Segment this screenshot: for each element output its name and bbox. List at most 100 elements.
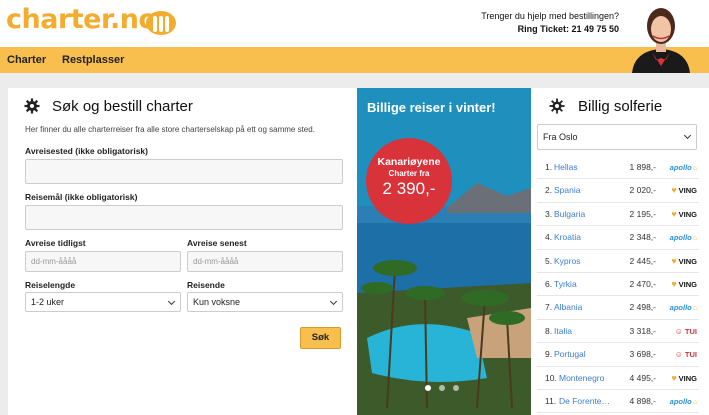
- deal-number: 1.: [545, 162, 553, 172]
- list-item[interactable]: 10.Montenegro 4 495,- VING: [537, 367, 699, 390]
- list-item[interactable]: 9.Portugal 3 698,- TUI: [537, 343, 699, 367]
- operator-logo: apollo: [670, 296, 697, 320]
- length-select[interactable]: 1-2 uker: [25, 292, 181, 312]
- deal-destination-link[interactable]: Montenegro: [559, 367, 604, 390]
- deal-price: 4 495,-: [629, 372, 656, 383]
- gear-icon: [24, 98, 40, 114]
- deal-number: 10.: [545, 372, 557, 383]
- deal-price: 2 348,-: [629, 232, 656, 243]
- carousel-dot[interactable]: [425, 385, 431, 391]
- latest-label: Avreise senest: [187, 238, 247, 248]
- deal-destination-link[interactable]: De Forente…: [559, 390, 610, 413]
- deal-number: 2.: [545, 185, 553, 196]
- deal-price: 2 195,-: [629, 208, 656, 219]
- deal-number: 11.: [545, 395, 557, 406]
- departure-label: Avreisested (ikke obligatorisk): [25, 146, 148, 156]
- list-item[interactable]: 8.Italia 3 318,- TUI: [537, 320, 699, 344]
- promo-destination: Kanariøyene: [377, 156, 441, 168]
- length-value: 1-2 uker: [31, 297, 65, 307]
- travellers-select[interactable]: Kun voksne: [187, 292, 343, 312]
- support-agent-photo: [626, 0, 696, 73]
- operator-logo: apollo: [670, 156, 697, 180]
- deal-destination-link[interactable]: Kypros: [554, 250, 580, 273]
- promo-subline: Charter fra: [388, 169, 430, 178]
- deal-number: 9.: [545, 349, 553, 360]
- deal-price: 3 318,-: [629, 325, 656, 336]
- sun-icon: [549, 98, 565, 114]
- carousel-dot[interactable]: [453, 385, 459, 391]
- carousel-dots: [425, 378, 467, 396]
- operator-logo: VING: [671, 273, 697, 296]
- operator-logo: VING: [671, 203, 697, 226]
- chevron-down-icon: [167, 297, 176, 306]
- site-logo[interactable]: charter.no: [6, 4, 157, 35]
- list-item[interactable]: 4. Kroatia 2 348,- apollo: [537, 226, 699, 250]
- deal-price: 2 445,-: [629, 255, 656, 266]
- nav-item-charter[interactable]: Charter: [7, 54, 46, 66]
- search-panel: Søk og bestill charter Her finner du all…: [8, 88, 357, 415]
- deal-destination-link[interactable]: Albania: [554, 296, 582, 319]
- deal-price: 1 898,-: [629, 162, 656, 172]
- chevron-down-icon: [683, 131, 692, 140]
- carousel-dot[interactable]: [439, 385, 445, 391]
- deal-price: 2 498,-: [629, 302, 656, 313]
- chevron-down-icon: [329, 297, 338, 306]
- departure-input[interactable]: [25, 159, 343, 184]
- deal-destination-link[interactable]: Bulgaria: [554, 203, 585, 226]
- deal-number: 6.: [545, 278, 553, 289]
- deal-number: 5.: [545, 255, 553, 266]
- operator-logo: TUI: [675, 343, 697, 366]
- destination-input[interactable]: [25, 205, 343, 230]
- operator-logo: VING: [671, 367, 697, 390]
- deal-destination-link[interactable]: Italia: [554, 320, 572, 343]
- search-button[interactable]: Søk: [300, 327, 341, 349]
- deal-destination-link[interactable]: Tyrkia: [554, 273, 577, 296]
- deal-price: 2 470,-: [629, 278, 656, 289]
- deal-destination-link[interactable]: Portugal: [554, 343, 586, 366]
- operator-logo: VING: [671, 250, 697, 273]
- promo-beach-image: [357, 88, 531, 415]
- deal-price: 4 898,-: [629, 395, 656, 406]
- deal-destination-link[interactable]: Spania: [554, 179, 580, 202]
- deal-price: 3 698,-: [629, 349, 656, 360]
- site-header: charter.no Trenger du hjelp med bestilli…: [0, 0, 709, 47]
- nav-item-restplasser[interactable]: Restplasser: [62, 54, 124, 66]
- travellers-label: Reisende: [187, 280, 225, 290]
- deal-destination-link[interactable]: Hellas: [554, 156, 578, 179]
- promo-banner[interactable]: Billige reiser i vinter! Kanariøyene Cha…: [357, 88, 531, 415]
- help-box: Trenger du hjelp med bestillingen? Ring …: [481, 10, 619, 36]
- deal-number: 3.: [545, 208, 553, 219]
- destination-label: Reisemål (ikke obligatorisk): [25, 192, 138, 202]
- deal-number: 7.: [545, 302, 553, 313]
- list-item[interactable]: 3.Bulgaria 2 195,- VING: [537, 203, 699, 227]
- search-title: Søk og bestill charter: [52, 98, 193, 115]
- operator-logo: VING: [671, 179, 697, 202]
- help-text: Trenger du hjelp med bestillingen?: [481, 11, 619, 21]
- operator-logo: apollo: [670, 390, 697, 414]
- phone-number: Ring Ticket: 21 49 75 50: [517, 24, 619, 34]
- latest-date-input[interactable]: dd-mm-åååå: [187, 251, 343, 272]
- list-item[interactable]: 1. Hellas 1 898,- apollo: [537, 156, 699, 180]
- deal-destination-link[interactable]: Kroatia: [554, 226, 581, 249]
- origin-value: Fra Oslo: [543, 132, 578, 142]
- list-item[interactable]: 11. De Forente… 4 898,- apollo: [537, 390, 699, 414]
- length-label: Reiselengde: [25, 280, 76, 290]
- list-item[interactable]: 5.Kypros 2 445,- VING: [537, 250, 699, 273]
- earliest-label: Avreise tidligst: [25, 238, 86, 248]
- operator-logo: TUI: [675, 320, 697, 343]
- origin-select[interactable]: Fra Oslo: [537, 124, 697, 150]
- search-intro: Her finner du alle charterreiser fra all…: [25, 125, 315, 134]
- list-item[interactable]: 6.Tyrkia 2 470,- VING: [537, 273, 699, 297]
- main-nav: Charter Restplasser: [0, 47, 709, 73]
- deal-number: 4.: [545, 232, 553, 243]
- travellers-value: Kun voksne: [193, 297, 241, 307]
- logo-people-icon: [146, 11, 176, 35]
- deals-panel: Billig solferie Fra Oslo 1. Hellas 1 898,-…: [531, 88, 709, 415]
- deal-price: 2 020,-: [629, 185, 656, 196]
- list-item[interactable]: 2.Spania 2 020,- VING: [537, 179, 699, 203]
- promo-headline: Billige reiser i vinter!: [367, 100, 496, 115]
- deals-list: 1.Hellas 1 898,- apollo 2.Spania 2 020,- VING…: [531, 156, 709, 414]
- promo-price: 2 390,-: [382, 179, 436, 198]
- earliest-date-input[interactable]: dd-mm-åååå: [25, 251, 181, 272]
- list-item[interactable]: 7. Albania 2 498,- apollo: [537, 296, 699, 320]
